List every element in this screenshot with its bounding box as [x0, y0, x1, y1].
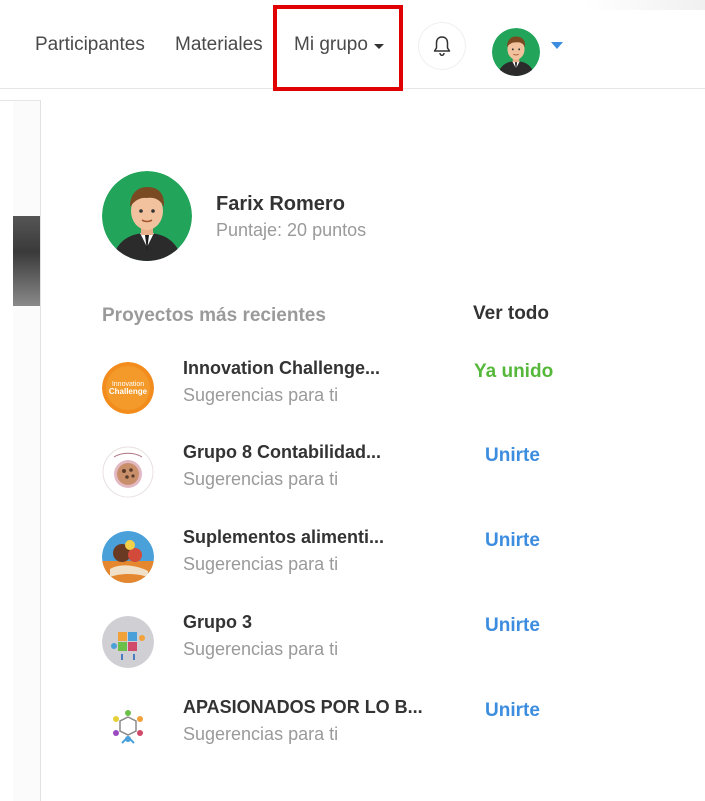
- logo-text-line-2: Challenge: [109, 387, 148, 396]
- project-thumb: [102, 616, 154, 668]
- project-row-grupo8[interactable]: Grupo 8 Contabilidad... Sugerencias para…: [102, 442, 622, 502]
- project-subtitle: Sugerencias para ti: [183, 385, 339, 405]
- project-title: Grupo 8 Contabilidad...: [183, 442, 381, 462]
- left-panel: [0, 100, 41, 801]
- project-row-suplementos[interactable]: Suplementos alimenti... Sugerencias para…: [102, 527, 622, 587]
- user-avatar-icon: [492, 28, 540, 76]
- nav-materiales[interactable]: Materiales: [175, 34, 263, 56]
- left-panel-image: [13, 216, 40, 306]
- joined-status: Ya unido: [474, 361, 554, 382]
- people-circle-logo: [102, 701, 154, 753]
- bell-icon: [433, 36, 451, 57]
- project-subtitle: Sugerencias para ti: [183, 639, 339, 659]
- user-avatar-menu[interactable]: [492, 28, 540, 76]
- profile-avatar-icon: [102, 171, 192, 261]
- profile-score: Puntaje: 20 puntos: [216, 220, 367, 240]
- highlight-box: [273, 5, 403, 91]
- project-thumb: [102, 446, 154, 498]
- navbar-fade: [585, 0, 705, 10]
- notifications-button[interactable]: [419, 23, 465, 69]
- join-button[interactable]: Unirte: [485, 615, 540, 637]
- project-row-apasionados[interactable]: APASIONADOS POR LO B... Sugerencias para…: [102, 697, 622, 757]
- profile-avatar[interactable]: [102, 171, 192, 261]
- left-panel-edge: [0, 101, 13, 801]
- project-thumb: [102, 701, 154, 753]
- project-row-grupo3[interactable]: Grupo 3 Sugerencias para ti Unirte: [102, 612, 622, 672]
- supplements-logo: [102, 531, 154, 583]
- project-subtitle: Sugerencias para ti: [183, 554, 339, 574]
- project-title: Grupo 3: [183, 612, 253, 632]
- view-all-link[interactable]: Ver todo: [473, 303, 549, 325]
- project-thumb: [102, 531, 154, 583]
- section-title: Proyectos más recientes: [102, 305, 326, 326]
- project-thumb: Innovation Challenge: [102, 362, 154, 414]
- project-row-innovation[interactable]: Innovation Challenge Innovation Challeng…: [102, 358, 622, 418]
- cookie-jar-logo: [102, 446, 154, 498]
- project-title: Innovation Challenge...: [183, 358, 381, 378]
- innovation-challenge-logo: Innovation Challenge: [102, 362, 154, 414]
- project-title: Suplementos alimenti...: [183, 527, 385, 547]
- project-title: APASIONADOS POR LO B...: [183, 697, 423, 717]
- nav-participantes[interactable]: Participantes: [35, 34, 145, 56]
- project-subtitle: Sugerencias para ti: [183, 724, 339, 744]
- profile-name: Farix Romero: [216, 193, 345, 215]
- project-subtitle: Sugerencias para ti: [183, 469, 339, 489]
- join-button[interactable]: Unirte: [485, 700, 540, 722]
- user-menu-caret-icon[interactable]: [551, 42, 563, 49]
- join-button[interactable]: Unirte: [485, 530, 540, 552]
- join-button[interactable]: Unirte: [485, 445, 540, 467]
- puzzle-people-logo: [102, 616, 154, 668]
